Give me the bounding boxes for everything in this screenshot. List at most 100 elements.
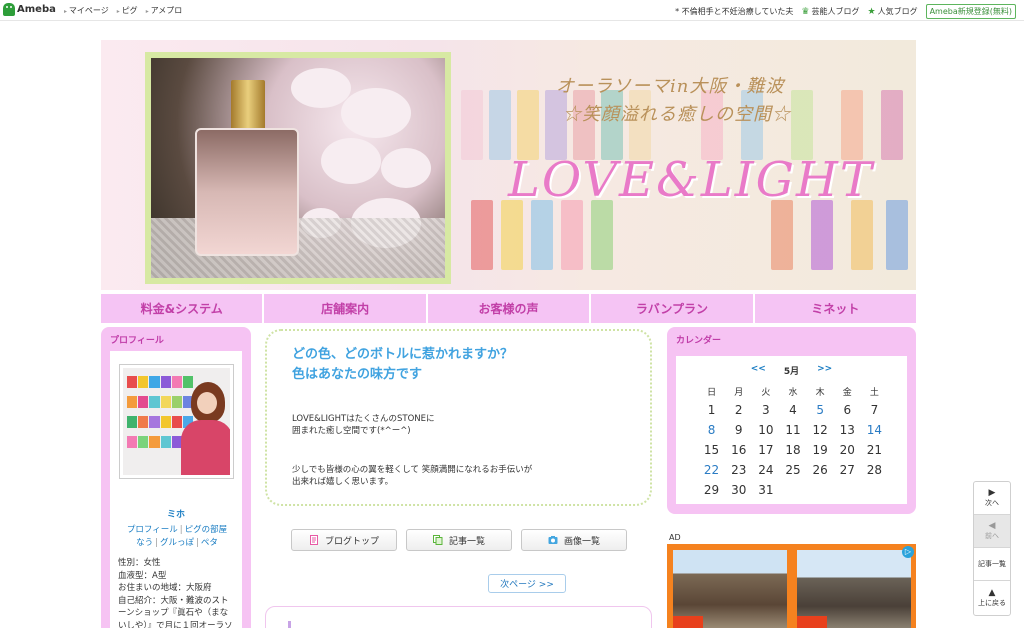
ameba-top-links: * 不倫相手と不妊治療していた夫 ♛ 芸能人ブログ ★ 人気ブログ Ameba新規登… (675, 4, 1016, 19)
calendar-day: 13 (839, 423, 855, 437)
entry-list-label: 記事一覧 (978, 560, 1006, 568)
next-page-button[interactable]: 次ページ >> (488, 574, 566, 593)
register-button[interactable]: Ameba新規登録(無料) (925, 4, 1016, 19)
ad-image[interactable] (673, 550, 787, 628)
calendar-title: カレンダー (676, 336, 722, 346)
images-list-label: 画像一覧 (563, 536, 600, 547)
intro-text: LOVE&LIGHTはたくさんのSTONEに (292, 414, 435, 424)
blog-entry-box (265, 606, 652, 628)
calendar-day: 25 (785, 463, 801, 477)
blog-menu: 料金&システム 店舗案内 お客様の声 ラバンプラン ミネット (101, 294, 917, 323)
floating-navigation: ▶ 次へ ◀ 前へ 記事一覧 ▲ 上に戻る (973, 481, 1011, 616)
calendar-month: 5月 (783, 367, 800, 377)
copy-icon (432, 535, 443, 545)
calendar-day: 4 (789, 403, 797, 417)
celebrity-blog-link[interactable]: ♛ 芸能人ブログ (801, 6, 859, 17)
crown-icon: ♛ (801, 7, 810, 17)
calendar-day: 11 (785, 423, 801, 437)
nav-pigg[interactable]: ピグ (117, 5, 138, 16)
menu-pricing[interactable]: 料金&システム (101, 294, 263, 323)
calendar-day: 24 (758, 463, 774, 477)
calendar-day: 21 (866, 443, 883, 457)
up-arrow-icon: ▲ (988, 587, 996, 598)
images-list-button[interactable]: 画像一覧 (521, 529, 627, 551)
back-to-top-label: 上に戻る (978, 598, 1006, 607)
group-link[interactable]: グルっぽ (160, 538, 194, 548)
profile-links: プロフィール | ピグの部屋 なう | グルっぽ | ペタ (126, 525, 228, 548)
calendar-day-link[interactable]: 5 (807, 401, 834, 420)
pigg-room-link[interactable]: ピグの部屋 (185, 525, 228, 535)
menu-shop-info[interactable]: 店舗案内 (264, 294, 426, 323)
intro-heading: どの色、どのボトルに惹かれますか？ 色はあなたの味方です (292, 345, 513, 385)
calendar-day: 26 (812, 463, 828, 477)
blog-action-buttons: ブログトップ 記事一覧 画像一覧 (291, 529, 627, 551)
popular-blog-label: 人気ブログ (877, 7, 918, 16)
calendar-prev-button[interactable]: << (751, 364, 766, 377)
aura-soma-bottle-photo (145, 52, 451, 284)
intro-paragraph: LOVE&LIGHTはたくさんのSTONEに 囲まれた癒し空間です(*^ー^) (292, 413, 435, 437)
ameba-logo[interactable]: Ameba (3, 3, 56, 16)
profile-location: お住まいの地域：大阪府 (118, 583, 212, 593)
calendar-day: 9 (734, 423, 743, 437)
profile-name-link[interactable]: ミホ (110, 507, 242, 520)
ameba-logo-text: Ameba (17, 4, 56, 15)
calendar-weekday: 木 (815, 388, 825, 398)
menu-minette[interactable]: ミネット (754, 294, 917, 323)
calendar-day: 27 (839, 463, 855, 477)
intro-text: 少しでも皆様の心の翼を軽くして 笑顔満開になれるお手伝いが (292, 465, 533, 475)
back-to-top-button[interactable]: ▲ 上に戻る (974, 581, 1010, 614)
next-entry-button[interactable]: ▶ 次へ (974, 482, 1010, 515)
calendar-day: 3 (762, 403, 770, 417)
trending-topic-link[interactable]: * 不倫相手と不妊治療していた夫 (675, 6, 793, 17)
profile-widget-title: プロフィール (110, 336, 164, 346)
blog-top-button[interactable]: ブログトップ (291, 529, 397, 551)
play-icon: ▶ (988, 488, 996, 498)
calendar-day: 7 (870, 403, 879, 417)
entries-list-label: 記事一覧 (448, 536, 485, 547)
popular-blog-link[interactable]: ★ 人気ブログ (868, 6, 918, 17)
next-entry-label: 次へ (985, 499, 999, 507)
calendar-day: 18 (785, 443, 801, 457)
profile-avatar[interactable] (119, 364, 234, 479)
menu-testimonials[interactable]: お客様の声 (427, 294, 590, 323)
menu-lavender-plan[interactable]: ラバンプラン (591, 294, 753, 323)
calendar-day: 23 (731, 463, 747, 477)
banner-tagline: ☆笑顔溢れる癒しの空間☆ (563, 104, 791, 125)
intro-paragraph: 少しでも皆様の心の翼を軽くして 笑顔満開になれるお手伝いが 出来れば嬉しく思いま… (292, 464, 532, 488)
calendar-day-link[interactable]: 22 (698, 461, 725, 480)
calendar-day: 12 (812, 423, 828, 437)
prev-entry-button[interactable]: ◀ 前へ (974, 515, 1010, 548)
calendar-weekday: 火 (761, 388, 771, 398)
blog-header-banner[interactable]: オーラソーマin大阪・難波 ☆笑顔溢れる癒しの空間☆ LOVE&LIGHT (101, 40, 916, 290)
calendar-day: 30 (731, 483, 747, 497)
entry-title-marker (288, 621, 291, 628)
calendar-next-button[interactable]: >> (817, 364, 832, 377)
entry-list-button[interactable]: 記事一覧 (974, 548, 1010, 581)
entries-list-button[interactable]: 記事一覧 (406, 529, 512, 551)
calendar-day: 19 (812, 443, 828, 457)
ad-banner[interactable]: ▷ (667, 544, 916, 628)
back-icon: ◀ (988, 521, 996, 531)
ad-image[interactable] (797, 550, 911, 628)
peta-link[interactable]: ペタ (201, 538, 218, 548)
calendar-day-link[interactable]: 14 (861, 421, 888, 440)
calendar-day: 6 (843, 403, 852, 417)
intro-heading-line2: 色はあなたの味方です (292, 367, 423, 382)
now-link[interactable]: なう (136, 538, 153, 548)
intro-text: 出来れば嬉しく思います。 (292, 477, 394, 487)
ad-tag (673, 616, 703, 628)
nav-amepro[interactable]: アメプロ (146, 5, 183, 16)
blog-top-label: ブログトップ (324, 536, 379, 547)
calendar-grid: 日月火水木金土 1 2 3 4 5 6 7 8 9 10 11 12 13 14 15 16 17 18 19 20 21… (698, 386, 888, 500)
profile-gender: 性別：女性 (118, 558, 161, 568)
ad-label: AD (669, 533, 681, 542)
calendar-weekday: 土 (869, 388, 879, 398)
profile-bio: 自己紹介：大阪・難波のストーンショップ『眞石や（まないしや）』で月に１回オーラソ… (118, 595, 233, 628)
profile-link[interactable]: プロフィール (127, 525, 178, 535)
prev-entry-label: 前へ (985, 532, 999, 540)
ad-info-icon[interactable]: ▷ (902, 546, 914, 558)
calendar-day-link[interactable]: 8 (698, 421, 725, 440)
calendar-day: 28 (866, 463, 883, 477)
intro-heading-line1: どの色、どのボトルに惹かれますか？ (292, 347, 514, 362)
nav-mypage[interactable]: マイページ (64, 5, 109, 16)
